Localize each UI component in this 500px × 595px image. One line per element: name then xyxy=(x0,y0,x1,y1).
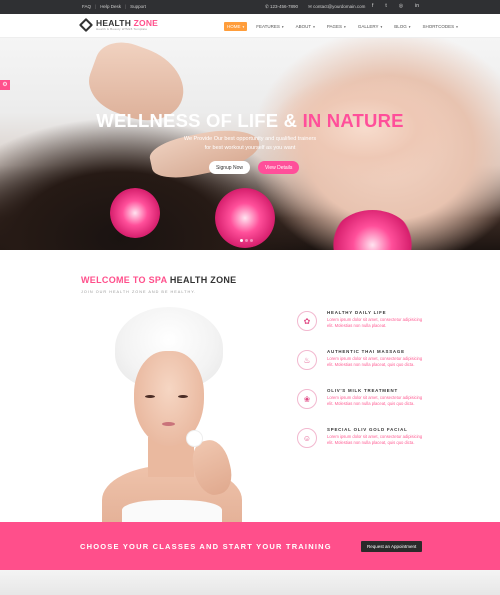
nav-shortcodes[interactable]: SHORTCODES ▾ xyxy=(419,22,460,31)
section-title-main: HEALTH ZONE xyxy=(169,275,237,285)
chevron-down-icon: ▾ xyxy=(343,25,346,29)
feature-title: OLIV'S MILK TREATMENT xyxy=(327,388,398,393)
top-links: FAQ | Help Desk | Support xyxy=(82,4,146,9)
cta-banner: CHOOSE YOUR CLASSES AND START YOUR TRAIN… xyxy=(0,522,500,570)
chevron-down-icon: ▾ xyxy=(312,25,315,29)
email[interactable]: ✉ contact@yourdomain.com xyxy=(308,4,365,10)
slider-dots xyxy=(240,239,253,242)
nav-label: ABOUT xyxy=(295,24,312,29)
support-link[interactable]: Support xyxy=(130,4,146,9)
contact-info: ✆ 123-456-7890 ✉ contact@yourdomain.com xyxy=(265,4,365,10)
chevron-down-icon: ▾ xyxy=(455,25,458,29)
hero-subtitle: We Provide Our best opportunity and qual… xyxy=(0,135,500,153)
logo[interactable]: HEALTH ZONE Health & Beauty HTML5 Templa… xyxy=(78,17,158,33)
twitter-icon[interactable]: t xyxy=(385,3,386,9)
nav-label: SHORTCODES xyxy=(422,24,455,29)
welcome-section: WELCOME TO SPA HEALTH ZONE JOIN OUR HEAL… xyxy=(0,250,500,522)
face-icon: ☺ xyxy=(297,428,317,448)
cta-text: CHOOSE YOUR CLASSES AND START YOUR TRAIN… xyxy=(80,542,332,551)
slider-dot[interactable] xyxy=(245,239,248,242)
feature-title: SPECIAL OLIV GOLD FACIAL xyxy=(327,427,408,432)
social-links: f t ◎ in xyxy=(372,3,419,9)
hero-buttons: Signup Now View Details xyxy=(209,161,300,174)
nav-features[interactable]: FEATURES ▾ xyxy=(253,22,286,31)
portrait-top xyxy=(122,500,222,522)
feature-title: AUTHENTIC THAI MASSAGE xyxy=(327,349,405,354)
nav-label: HOME xyxy=(227,24,241,29)
settings-icon[interactable]: ⚙ xyxy=(0,80,10,90)
feature-description: Lorem ipsum dolor sit amet, consectetur … xyxy=(327,395,423,406)
logo-title: HEALTH ZONE xyxy=(96,19,158,28)
logo-icon xyxy=(78,17,94,33)
help-desk-link[interactable]: Help Desk xyxy=(100,4,121,9)
signup-button[interactable]: Signup Now xyxy=(209,161,250,174)
email-address: contact@yourdomain.com xyxy=(313,4,366,9)
portrait-cotton-pad xyxy=(186,430,203,447)
feature-description: Lorem ipsum dolor sit amet, consectetur … xyxy=(327,356,423,367)
feature-description: Lorem ipsum dolor sit amet, consectetur … xyxy=(327,317,423,328)
portrait-lips xyxy=(162,422,175,426)
phone[interactable]: ✆ 123-456-7890 xyxy=(265,4,298,10)
spa-jar-icon: ❀ xyxy=(297,389,317,409)
chevron-down-icon: ▾ xyxy=(407,25,411,29)
portrait-eye xyxy=(145,395,155,398)
view-details-button[interactable]: View Details xyxy=(257,161,300,174)
hero-image-flower xyxy=(330,210,415,250)
nav-pages[interactable]: PAGES ▾ xyxy=(324,22,349,31)
slider-dot[interactable] xyxy=(250,239,253,242)
nav-label: PAGES xyxy=(326,24,343,29)
feature-list: ✿ HEALTHY DAILY LIFE Lorem ipsum dolor s… xyxy=(285,310,425,466)
hero-image-flower xyxy=(110,188,160,238)
feature-item: ♨ AUTHENTIC THAI MASSAGE Lorem ipsum dol… xyxy=(285,349,425,388)
feature-title: HEALTHY DAILY LIFE xyxy=(327,310,387,315)
nav-home[interactable]: HOME ▾ xyxy=(224,22,248,31)
chevron-down-icon: ▾ xyxy=(280,25,284,29)
hero-title: WELLNESS OF LIFE & IN NATURE xyxy=(0,110,500,132)
section-title: WELCOME TO SPA HEALTH ZONE xyxy=(81,275,237,285)
linkedin-icon[interactable]: in xyxy=(415,3,419,9)
portrait-image xyxy=(82,305,247,522)
hero-slider: ⚙ WELLNESS OF LIFE & IN NATURE We Provid… xyxy=(0,38,500,250)
chevron-down-icon: ▾ xyxy=(379,25,383,29)
nav-label: GALLERY xyxy=(357,24,379,29)
massage-icon: ♨ xyxy=(297,350,317,370)
chevron-down-icon: ▾ xyxy=(241,25,245,29)
hero-subtitle-line: for best workout yourself as you want xyxy=(204,145,296,151)
feature-item: ❀ OLIV'S MILK TREATMENT Lorem ipsum dolo… xyxy=(285,388,425,427)
portrait-eye xyxy=(178,395,188,398)
flower-icon: ✿ xyxy=(297,311,317,331)
nav-label: BLOG xyxy=(394,24,407,29)
nav-about[interactable]: ABOUT ▾ xyxy=(293,22,318,31)
main-nav: HOME ▾ FEATURES ▾ ABOUT ▾ PAGES ▾ GALLER… xyxy=(224,22,461,31)
divider: | xyxy=(95,4,97,9)
divider: | xyxy=(124,4,127,9)
phone-number: 123-456-7890 xyxy=(270,4,299,9)
nav-blog[interactable]: BLOG ▾ xyxy=(391,22,413,31)
facebook-icon[interactable]: f xyxy=(372,3,373,9)
faq-link[interactable]: FAQ xyxy=(82,4,91,9)
feature-item: ☺ SPECIAL OLIV GOLD FACIAL Lorem ipsum d… xyxy=(285,427,425,466)
hero-title-main: WELLNESS OF LIFE & xyxy=(96,110,298,131)
feature-item: ✿ HEALTHY DAILY LIFE Lorem ipsum dolor s… xyxy=(285,310,425,349)
section-title-accent: WELCOME TO SPA xyxy=(81,275,168,285)
top-bar: FAQ | Help Desk | Support ✆ 123-456-7890… xyxy=(0,0,500,14)
section-subtitle: JOIN OUR HEALTH ZONE AND BE HEALTHY. xyxy=(81,290,197,294)
nav-label: FEATURES xyxy=(256,24,280,29)
instagram-icon[interactable]: ◎ xyxy=(399,3,403,9)
nav-gallery[interactable]: GALLERY ▾ xyxy=(355,22,385,31)
hero-title-accent: IN NATURE xyxy=(302,110,404,131)
request-appointment-button[interactable]: Request an Appointment xyxy=(361,541,423,552)
slider-dot[interactable] xyxy=(240,239,243,242)
hero-subtitle-line: We Provide Our best opportunity and qual… xyxy=(183,136,317,142)
header: HEALTH ZONE Health & Beauty HTML5 Templa… xyxy=(0,14,500,38)
next-section xyxy=(0,570,500,595)
feature-description: Lorem ipsum dolor sit amet, consectetur … xyxy=(327,434,423,445)
